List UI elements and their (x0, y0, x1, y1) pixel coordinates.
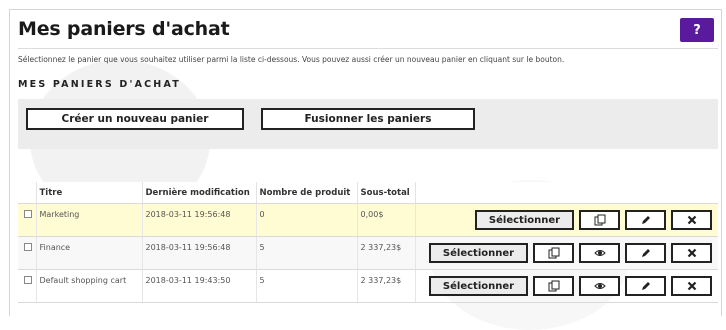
pencil-icon (641, 249, 650, 257)
cart-modified: 2018-03-11 19:43:50 (142, 269, 257, 303)
pencil-icon (641, 216, 650, 224)
copy-icon (594, 214, 605, 226)
row-checkbox[interactable] (24, 243, 32, 251)
edit-button[interactable] (625, 276, 666, 296)
table-row: Default shopping cart 2018-03-11 19:43:5… (18, 269, 718, 303)
cart-modified: 2018-03-11 19:56:48 (142, 236, 257, 270)
edit-button[interactable] (625, 210, 666, 230)
edit-button[interactable] (625, 243, 666, 263)
pencil-icon (641, 282, 650, 290)
column-header-subtotal: Sous-total (357, 182, 416, 204)
page-description: Sélectionnez le panier que vous souhaite… (18, 55, 565, 64)
help-button[interactable]: ? (680, 18, 714, 42)
select-cart-button[interactable]: Sélectionner (475, 210, 574, 230)
close-icon (687, 248, 696, 258)
delete-button[interactable] (671, 276, 712, 296)
eye-icon (593, 283, 606, 289)
cart-title: Default shopping cart (36, 269, 143, 303)
row-checkbox[interactable] (24, 210, 32, 218)
actions-column-header (415, 182, 718, 204)
cart-modified: 2018-03-11 19:56:48 (142, 203, 257, 237)
row-checkbox[interactable] (24, 276, 32, 284)
cart-title: Marketing (36, 203, 143, 237)
duplicate-button[interactable] (533, 243, 574, 263)
duplicate-button[interactable] (579, 210, 620, 230)
page-title: Mes paniers d'achat (18, 18, 230, 40)
cart-count: 0 (256, 203, 358, 237)
cart-count: 5 (256, 269, 358, 303)
select-cart-button[interactable]: Sélectionner (429, 276, 528, 296)
duplicate-button[interactable] (533, 276, 574, 296)
close-icon (687, 215, 696, 225)
column-header-title: Titre (36, 182, 143, 204)
cart-count: 5 (256, 236, 358, 270)
view-button[interactable] (579, 243, 620, 263)
section-heading: MES PANIERS D'ACHAT (18, 79, 181, 90)
delete-button[interactable] (671, 243, 712, 263)
divider (18, 48, 718, 49)
cart-subtotal: 0,00$ (357, 203, 416, 237)
close-icon (687, 281, 696, 291)
copy-icon (548, 280, 559, 292)
merge-carts-button[interactable]: Fusionner les paniers (261, 108, 475, 130)
copy-icon (548, 247, 559, 259)
delete-button[interactable] (671, 210, 712, 230)
view-button[interactable] (579, 276, 620, 296)
table-row: Marketing 2018-03-11 19:56:48 0 0,00$ Sé… (18, 203, 718, 237)
table-header-row: Titre Dernière modification Nombre de pr… (18, 182, 718, 204)
cart-subtotal: 2 337,23$ (357, 236, 416, 270)
select-column-header (18, 182, 37, 204)
eye-icon (593, 250, 606, 256)
cart-subtotal: 2 337,23$ (357, 269, 416, 303)
table-row: Finance 2018-03-11 19:56:48 5 2 337,23$ … (18, 236, 718, 270)
select-cart-button[interactable]: Sélectionner (429, 243, 528, 263)
column-header-count: Nombre de produit (256, 182, 358, 204)
create-cart-button[interactable]: Créer un nouveau panier (26, 108, 244, 130)
column-header-modified: Dernière modification (142, 182, 257, 204)
cart-title: Finance (36, 236, 143, 270)
carts-table: Titre Dernière modification Nombre de pr… (18, 182, 718, 303)
